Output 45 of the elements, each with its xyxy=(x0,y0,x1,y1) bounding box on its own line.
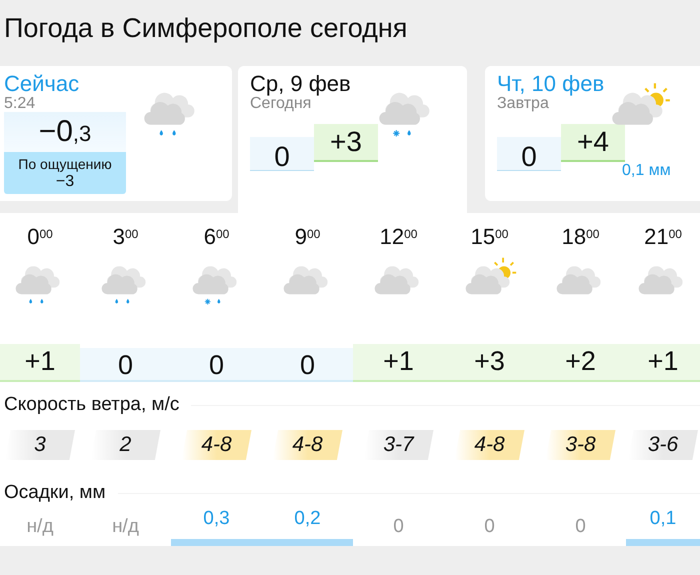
card-heading: Чт, 10 фев xyxy=(497,72,606,96)
current-temperature: −0,3 xyxy=(4,112,126,152)
precipitation-value: 0 xyxy=(392,515,405,538)
time-label: 5:24 xyxy=(4,96,36,112)
precipitation-value: н/д xyxy=(26,515,54,538)
temperature-bar: +1 xyxy=(0,344,80,382)
precipitation-value: 0,1 xyxy=(648,508,678,530)
hour-label: 21$^{00}$ xyxy=(643,223,683,249)
wind-speed: 4-8 xyxy=(272,430,342,460)
max-temperature: +4 xyxy=(561,124,625,162)
temperature-bar: +2 xyxy=(535,344,626,382)
precipitation-amount: 0,1 мм xyxy=(622,161,671,181)
precipitation-value: 0,3 xyxy=(202,508,231,530)
wind-speed: 4-8 xyxy=(182,430,252,460)
hour-label: 0$^{00}$ xyxy=(26,223,54,249)
temperature-bar: +1 xyxy=(626,344,700,382)
card-heading: Ср, 9 фев xyxy=(250,72,352,96)
section-heading: Осадки, мм xyxy=(4,480,106,505)
temperature-bar: 0 xyxy=(171,348,262,382)
section-heading: Скорость ветра, м/с xyxy=(4,392,180,417)
day-label: Завтра xyxy=(497,96,550,112)
temperature-bar: 0 xyxy=(80,348,171,382)
precipitation-value: н/д xyxy=(111,515,140,538)
hour-label: 18$^{00}$ xyxy=(560,223,600,249)
temperature-bar: +3 xyxy=(444,344,535,382)
precipitation-value: 0 xyxy=(483,515,496,538)
precipitation-value: 0,2 xyxy=(293,508,322,530)
feels-like-value: −3 xyxy=(54,173,76,191)
page-title: Погода в Симферополе сегодня xyxy=(3,12,408,45)
hour-label: 3$^{00}$ xyxy=(112,223,140,249)
hour-label: 12$^{00}$ xyxy=(378,223,418,249)
day-label: Сегодня xyxy=(250,96,312,112)
temperature-bar: +1 xyxy=(353,344,444,382)
hour-label: 6$^{00}$ xyxy=(202,223,230,249)
precipitation-value: 0 xyxy=(574,515,587,538)
temperature-bar: 0 xyxy=(262,348,353,382)
min-temperature: 0 xyxy=(250,137,314,171)
wind-speed: 3-8 xyxy=(546,430,616,460)
card-heading: Сейчас xyxy=(4,72,80,96)
wind-speed: 4-8 xyxy=(454,430,524,460)
hour-label: 9$^{00}$ xyxy=(294,223,322,249)
min-temperature: 0 xyxy=(497,137,561,171)
hour-label: 15$^{00}$ xyxy=(470,223,510,249)
max-temperature: +3 xyxy=(314,124,378,162)
feels-like-label: По ощущению xyxy=(17,155,113,173)
